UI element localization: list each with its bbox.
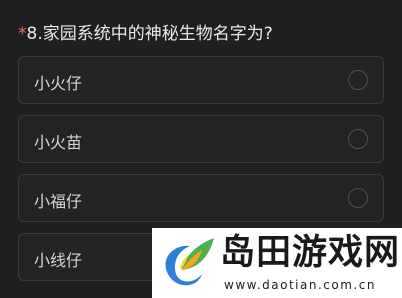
- question-text: 8.家园系统中的神秘生物名字为?: [26, 24, 273, 44]
- required-asterisk: *: [18, 24, 27, 44]
- option-2[interactable]: 小火苗: [18, 115, 384, 163]
- radio-circle-icon[interactable]: [348, 70, 368, 90]
- question-title: *8.家园系统中的神秘生物名字为?: [18, 19, 273, 44]
- option-label: 小线仔: [34, 251, 83, 270]
- option-1[interactable]: 小火仔: [18, 56, 384, 104]
- option-label: 小火仔: [34, 74, 83, 93]
- daotian-logo-icon: [165, 238, 214, 286]
- watermark-url: www.daotian.com.cn: [224, 278, 376, 292]
- option-label: 小火苗: [34, 133, 83, 152]
- option-3[interactable]: 小福仔: [18, 174, 384, 222]
- radio-circle-icon[interactable]: [348, 188, 368, 208]
- radio-circle-icon[interactable]: [348, 129, 368, 149]
- watermark: 岛田游戏网 www.daotian.com.cn: [152, 228, 402, 298]
- option-label: 小福仔: [34, 192, 83, 211]
- watermark-title: 岛田游戏网: [220, 233, 401, 273]
